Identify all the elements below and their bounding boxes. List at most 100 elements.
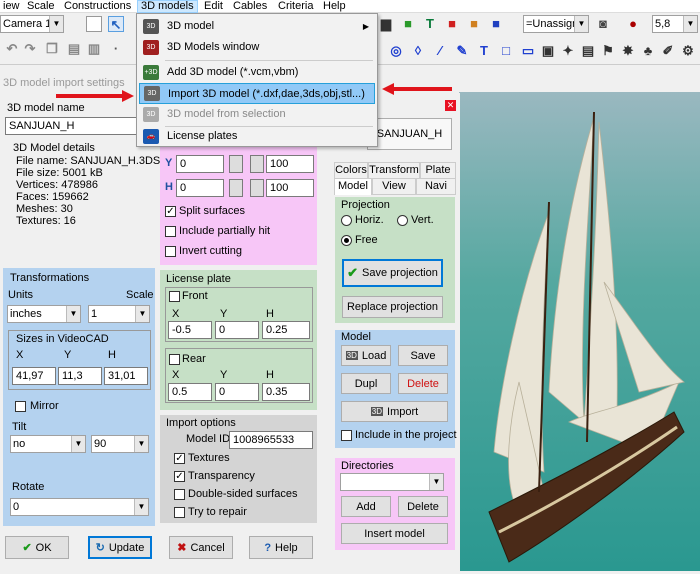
menu-item-3d-model[interactable]: 3D 3D model ▶	[139, 16, 375, 37]
slider-icon[interactable]	[250, 179, 264, 197]
rotate-select[interactable]: 0 ▼	[10, 498, 149, 516]
tab-plate[interactable]: Plate	[420, 162, 456, 179]
size-h-field[interactable]: 31,01	[104, 367, 148, 385]
cut-h2-field[interactable]: 100	[266, 179, 314, 197]
tab-navi[interactable]: Navi	[416, 178, 456, 195]
front-x-field[interactable]: -0.5	[168, 321, 212, 339]
text-tool-icon[interactable]: T	[422, 16, 438, 32]
monitor-icon[interactable]: ▆	[378, 16, 394, 32]
circle-tool-icon[interactable]: ◎	[388, 43, 404, 59]
paste-icon[interactable]: ▤	[66, 41, 82, 57]
frame-tool-icon[interactable]: ▭	[520, 43, 536, 59]
load-button[interactable]: 3D Load	[341, 345, 391, 366]
tab-colors[interactable]: Colors	[334, 162, 368, 179]
menu-scale[interactable]: Scale	[24, 0, 58, 13]
blue-square-icon[interactable]: ■	[488, 16, 504, 32]
box-tool-icon[interactable]: ▤	[580, 43, 596, 59]
menu-help[interactable]: Help	[320, 0, 349, 13]
split-checkbox[interactable]: ✓	[165, 206, 176, 217]
menu-item-add-3d-model[interactable]: +3D Add 3D model (*.vcm,vbm)	[139, 62, 375, 83]
menu-3d-models[interactable]: 3D models	[137, 0, 198, 13]
slider-icon[interactable]	[229, 179, 243, 197]
pen-tool-icon[interactable]: ✎	[454, 43, 470, 59]
light-icon[interactable]: ✸	[620, 43, 636, 59]
save-projection-button[interactable]: ✔ Save projection	[342, 259, 443, 287]
replace-projection-button[interactable]: Replace projection	[342, 296, 443, 318]
blank-icon[interactable]	[86, 16, 102, 32]
brush-icon[interactable]: ✐	[660, 43, 676, 59]
include-project-checkbox[interactable]	[341, 430, 352, 441]
menu-constructions[interactable]: Constructions	[61, 0, 134, 13]
wrench-icon[interactable]: ⚙	[680, 43, 696, 59]
rear-x-field[interactable]: 0.5	[168, 383, 212, 401]
rear-checkbox[interactable]	[169, 354, 180, 365]
partial-checkbox[interactable]	[165, 226, 176, 237]
repair-checkbox[interactable]	[174, 507, 185, 518]
save-model-button[interactable]: Save	[398, 345, 448, 366]
text-box-icon[interactable]: T	[476, 43, 492, 59]
delete-directory-button[interactable]: Delete	[398, 496, 448, 517]
model-name-button[interactable]: SANJUAN_H	[367, 118, 452, 150]
textures-checkbox[interactable]: ✓	[174, 453, 185, 464]
menu-view[interactable]: iew	[0, 0, 23, 13]
model-id-field[interactable]: 1008965533	[229, 431, 313, 449]
front-checkbox[interactable]	[169, 291, 180, 302]
close-icon[interactable]: ✕	[445, 100, 456, 111]
assign-select[interactable]: =Unassigne ▼	[523, 15, 589, 33]
add-directory-button[interactable]: Add	[341, 496, 391, 517]
mirror-checkbox[interactable]	[15, 401, 26, 412]
camera-select[interactable]: Camera 1 ▼	[0, 15, 64, 33]
double-sided-checkbox[interactable]	[174, 489, 185, 500]
undo-icon[interactable]: ↶	[4, 41, 20, 57]
delete-model-button[interactable]: Delete	[398, 373, 448, 394]
menu-edit[interactable]: Edit	[201, 0, 226, 13]
free-radio[interactable]	[341, 235, 352, 246]
tab-transform[interactable]: Transform	[368, 162, 420, 179]
tab-model[interactable]: Model	[334, 178, 372, 195]
menu-cables[interactable]: Cables	[230, 0, 270, 13]
model-name-field[interactable]: SANJUAN_H	[5, 117, 155, 135]
menu-criteria[interactable]: Criteria	[275, 0, 316, 13]
slider-icon[interactable]	[229, 155, 243, 173]
help-button[interactable]: ? Help	[249, 536, 313, 559]
line-tool-icon[interactable]: ∕	[432, 43, 448, 59]
insert-model-button[interactable]: Insert model	[341, 523, 448, 544]
redo-icon[interactable]: ↷	[22, 41, 38, 57]
shape-tool-icon[interactable]: ◊	[410, 43, 426, 59]
rect-tool-icon[interactable]: □	[498, 43, 514, 59]
orange-square-icon[interactable]: ■	[466, 16, 482, 32]
tab-view[interactable]: View	[372, 178, 416, 195]
record-icon[interactable]: ●	[625, 16, 641, 32]
arrow-tool-icon[interactable]: ✦	[560, 43, 576, 59]
cut-h-field[interactable]: 0	[176, 179, 224, 197]
flag-icon[interactable]: ⚑	[600, 43, 616, 59]
size-x-field[interactable]: 41,97	[12, 367, 56, 385]
tilt-axis-select[interactable]: no ▼	[10, 435, 86, 453]
transparency-checkbox[interactable]: ✓	[174, 471, 185, 482]
camera-snap-icon[interactable]: ◙	[595, 16, 611, 32]
menu-item-import-3d-model[interactable]: 3D Import 3D model (*.dxf,dae,3ds,obj,stl…	[139, 83, 375, 104]
invert-checkbox[interactable]	[165, 246, 176, 257]
vert-radio[interactable]	[397, 215, 408, 226]
green-box-icon[interactable]: ■	[400, 16, 416, 32]
tilt-value-select[interactable]: 90 ▼	[91, 435, 149, 453]
duplicate-button[interactable]: Dupl	[341, 373, 391, 394]
ok-button[interactable]: ✔ OK	[5, 536, 69, 559]
scale-select[interactable]: 1 ▼	[88, 305, 150, 323]
model-3d-icon[interactable]: ▣	[540, 43, 556, 59]
copy-icon[interactable]: ❐	[44, 41, 60, 57]
size-y-field[interactable]: 11,3	[58, 367, 102, 385]
import-button[interactable]: 3D Import	[341, 401, 448, 422]
units-select[interactable]: inches ▼	[7, 305, 81, 323]
horiz-radio[interactable]	[341, 215, 352, 226]
cut-y-field[interactable]: 0	[176, 155, 224, 173]
slider-icon[interactable]	[250, 155, 264, 173]
red-square-icon[interactable]: ■	[444, 16, 460, 32]
zoom-select[interactable]: 5,8 ▼	[652, 15, 698, 33]
tree-icon[interactable]: ♣	[640, 43, 656, 59]
rear-y-field[interactable]: 0	[215, 383, 259, 401]
front-y-field[interactable]: 0	[215, 321, 259, 339]
directories-select[interactable]: ▼	[340, 473, 444, 491]
menu-item-3d-models-window[interactable]: 3D 3D Models window	[139, 37, 375, 58]
3d-viewport[interactable]	[459, 92, 700, 571]
